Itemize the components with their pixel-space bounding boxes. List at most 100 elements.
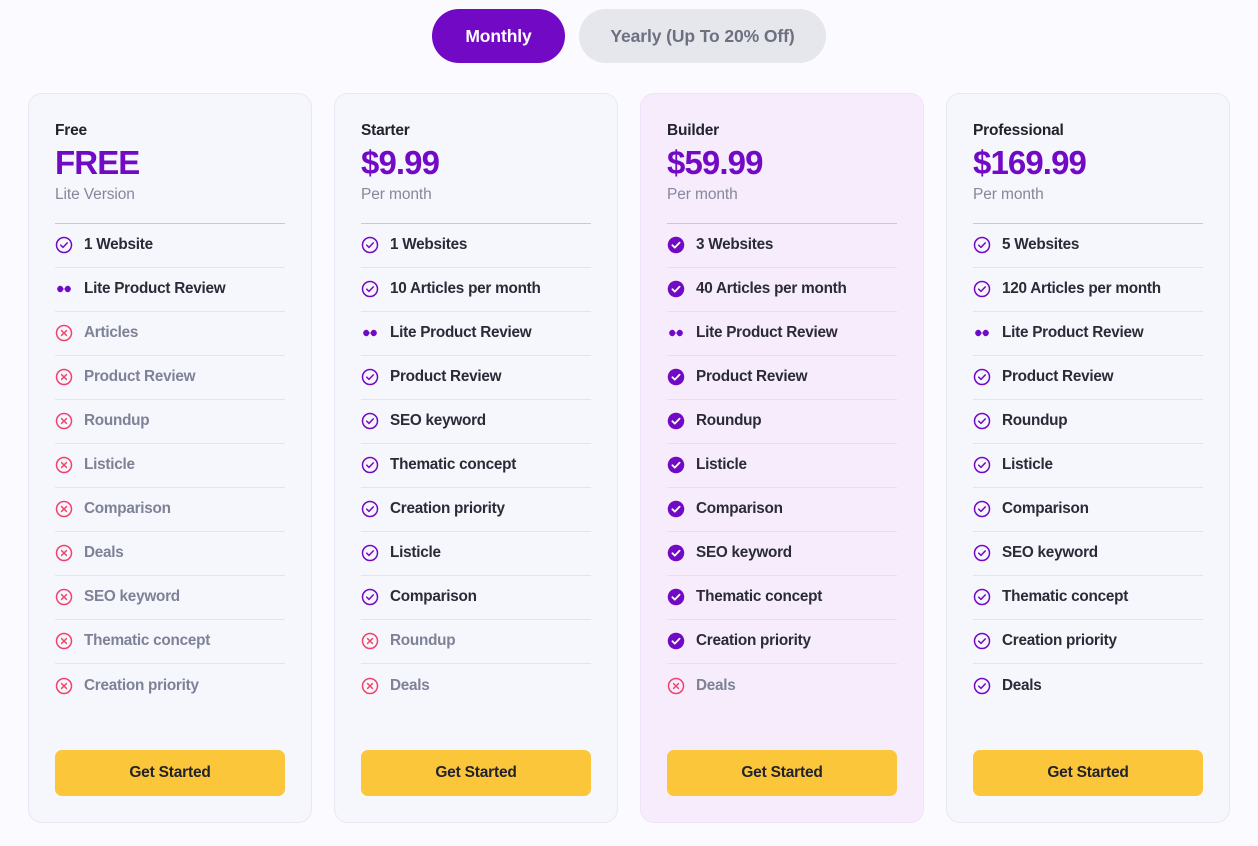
feature-label: Creation priority <box>696 632 811 650</box>
feature-item: Comparison <box>973 488 1203 532</box>
check-circle-outline-icon <box>973 545 991 562</box>
x-circle-outline-icon <box>55 589 73 606</box>
feature-label: Deals <box>696 676 736 694</box>
cta-container: Get Started <box>973 732 1203 796</box>
feature-item: Listicle <box>55 444 285 488</box>
check-circle-outline-icon <box>973 237 991 254</box>
feature-item: Product Review <box>667 356 897 400</box>
plan-name: Professional <box>973 122 1064 139</box>
feature-label: Comparison <box>84 500 171 518</box>
feature-label: Product Review <box>1002 368 1114 386</box>
plan-name: Free <box>55 122 87 139</box>
feature-item: SEO keyword <box>55 576 285 620</box>
feature-label: Thematic concept <box>390 456 517 474</box>
x-circle-outline-icon <box>667 677 685 695</box>
infinity-icon <box>669 330 683 337</box>
get-started-button[interactable]: Get Started <box>667 750 897 796</box>
x-circle-outline-icon <box>55 677 73 695</box>
check-circle-outline-icon <box>973 589 991 606</box>
feature-label: Thematic concept <box>1002 588 1129 606</box>
feature-label: Thematic concept <box>696 588 823 606</box>
feature-label: 5 Websites <box>1002 236 1080 254</box>
feature-label: Roundup <box>1002 412 1068 430</box>
feature-label: Comparison <box>696 500 783 518</box>
x-circle-outline-icon <box>55 545 73 562</box>
feature-list: 1 Website Lite Product Review Articles Prod… <box>55 224 285 708</box>
x-circle-outline-icon <box>55 325 73 342</box>
plan-period: Per month <box>973 185 1044 203</box>
feature-item: 5 Websites <box>973 224 1203 268</box>
pricing-card-professional: Professional $169.99 Per month 5 Websites 12… <box>946 93 1230 823</box>
feature-label: 3 Websites <box>696 236 774 254</box>
feature-label: Thematic concept <box>84 632 211 650</box>
feature-label: Creation priority <box>84 676 199 694</box>
get-started-button[interactable]: Get Started <box>973 750 1203 796</box>
check-circle-outline-icon <box>361 281 379 298</box>
feature-list: 5 Websites 120 Articles per month Lite Pro… <box>973 224 1203 708</box>
feature-label: SEO keyword <box>84 588 180 606</box>
check-circle-filled-icon <box>667 281 685 298</box>
feature-item: SEO keyword <box>973 532 1203 576</box>
get-started-button[interactable]: Get Started <box>55 750 285 796</box>
check-circle-outline-icon <box>361 369 379 386</box>
check-circle-filled-icon <box>667 589 685 606</box>
check-circle-filled-icon <box>667 457 685 474</box>
check-circle-filled-icon <box>667 413 685 430</box>
plan-price: FREE <box>55 144 140 181</box>
feature-item: Thematic concept <box>361 444 591 488</box>
feature-label: 1 Website <box>84 236 153 254</box>
feature-label: Deals <box>1002 676 1042 694</box>
x-circle-outline-icon <box>55 633 73 650</box>
check-circle-filled-icon <box>667 545 685 562</box>
check-circle-outline-icon <box>973 413 991 430</box>
feature-item: Deals <box>973 664 1203 708</box>
feature-list: 1 Websites 10 Articles per month Lite Prod… <box>361 224 591 708</box>
feature-label: 120 Articles per month <box>1002 280 1161 298</box>
x-circle-outline-icon <box>361 677 379 695</box>
feature-item: Product Review <box>973 356 1203 400</box>
infinity-icon <box>975 330 989 337</box>
feature-label: Product Review <box>390 368 502 386</box>
billing-toggle-option-monthly[interactable]: Monthly <box>432 9 565 63</box>
feature-label: Listicle <box>84 456 135 474</box>
feature-item: 10 Articles per month <box>361 268 591 312</box>
billing-toggle-option-yearly[interactable]: Yearly (Up To 20% Off) <box>579 9 826 63</box>
feature-item: 120 Articles per month <box>973 268 1203 312</box>
feature-label: Creation priority <box>390 500 505 518</box>
feature-item: Creation priority <box>55 664 285 708</box>
cta-container: Get Started <box>55 732 285 796</box>
feature-label: 10 Articles per month <box>390 280 541 298</box>
feature-label: Deals <box>390 676 430 694</box>
feature-item: Product Review <box>361 356 591 400</box>
feature-item: 3 Websites <box>667 224 897 268</box>
feature-item: Deals <box>667 664 897 708</box>
feature-label: Lite Product Review <box>390 324 532 342</box>
x-circle-outline-icon <box>361 633 379 650</box>
feature-item: Lite Product Review <box>973 312 1203 356</box>
check-circle-outline-icon <box>973 281 991 298</box>
x-circle-outline-icon <box>55 501 73 518</box>
feature-label: SEO keyword <box>390 412 486 430</box>
billing-period-toggle: Monthly Yearly (Up To 20% Off) <box>0 0 1258 63</box>
cta-container: Get Started <box>667 732 897 796</box>
pricing-card-free: Free FREE Lite Version 1 Website Lite Produc… <box>28 93 312 823</box>
check-circle-outline-icon <box>361 589 379 606</box>
feature-label: Listicle <box>696 456 747 474</box>
feature-label: Deals <box>84 544 124 562</box>
feature-label: Articles <box>84 324 139 342</box>
feature-label: Lite Product Review <box>84 280 226 298</box>
feature-item: Lite Product Review <box>55 268 285 312</box>
infinity-icon <box>363 330 377 337</box>
check-circle-filled-icon <box>667 237 685 254</box>
feature-item: Thematic concept <box>667 576 897 620</box>
feature-label: Lite Product Review <box>1002 324 1144 342</box>
pricing-cards-row: Free FREE Lite Version 1 Website Lite Produc… <box>0 63 1258 823</box>
check-circle-outline-icon <box>973 677 991 695</box>
feature-label: Roundup <box>390 632 456 650</box>
get-started-button[interactable]: Get Started <box>361 750 591 796</box>
feature-label: SEO keyword <box>696 544 792 562</box>
feature-label: Comparison <box>390 588 477 606</box>
feature-item: Listicle <box>973 444 1203 488</box>
check-circle-outline-icon <box>973 501 991 518</box>
feature-item: Creation priority <box>973 620 1203 664</box>
